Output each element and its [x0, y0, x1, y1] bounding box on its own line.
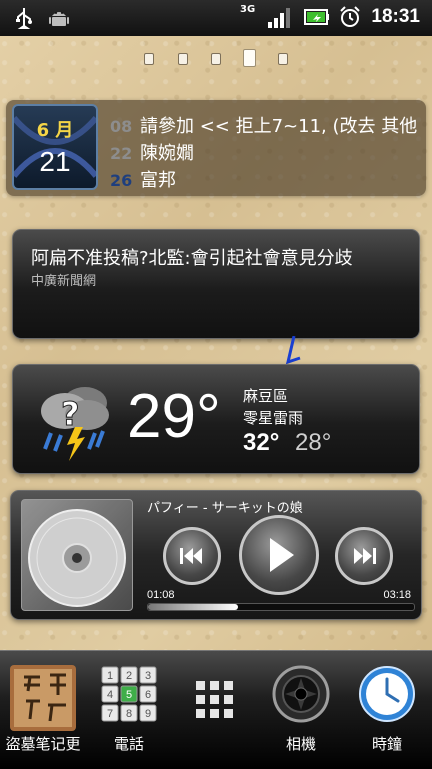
event-date: 08	[110, 117, 133, 136]
music-player-widget[interactable]: パフィー - サーキットの娘 01:08 03:18	[10, 490, 422, 620]
svg-text:2: 2	[126, 670, 132, 682]
svg-text:8: 8	[126, 708, 132, 720]
home-page-indicator[interactable]	[0, 48, 432, 68]
camera-icon	[272, 665, 330, 723]
calendar-event[interactable]: 26 富邦	[110, 166, 420, 193]
svg-text:4: 4	[107, 689, 113, 701]
thunderstorm-icon: ?	[41, 387, 109, 461]
dock-app-book[interactable]: 盜墓笔记更	[0, 651, 86, 769]
news-headline[interactable]: 阿扁不准投稿?北監:會引起社會意見分歧	[31, 244, 353, 270]
playback-progress-bar[interactable]	[147, 603, 415, 611]
playback-progress-fill	[148, 604, 239, 610]
svg-text:1: 1	[107, 670, 113, 682]
calendar-date-icon[interactable]: 6 月 21	[12, 104, 98, 190]
event-title: 請參加 << 拒上7~11, (改去 其他	[140, 116, 418, 137]
clock-icon	[359, 666, 415, 722]
page-dot[interactable]	[278, 53, 288, 65]
weather-location: 麻豆區	[243, 387, 289, 405]
calendar-widget[interactable]: 6 月 21 08 請參加 << 拒上7~11, (改去 其他 22 陳婉嫺 26 富…	[6, 100, 426, 196]
status-bar[interactable]: 3G 18:31	[0, 0, 432, 36]
signal-icon	[268, 8, 290, 28]
weather-widget[interactable]: ? 29° 麻豆區 零星雷雨 32° 28°	[12, 364, 420, 474]
play-button[interactable]	[239, 515, 319, 595]
book-app-icon	[10, 665, 76, 731]
calendar-day: 21	[39, 146, 71, 177]
play-icon	[270, 538, 294, 572]
dock-app-phone[interactable]: 1 2 3 4 5 6 7 8 9 電話	[86, 651, 172, 769]
weather-condition: 零星雷雨	[243, 409, 304, 427]
page-dot-active[interactable]	[243, 49, 256, 67]
dock-app-camera[interactable]: 相機	[258, 651, 344, 769]
dock-label: 盜墓笔记更	[5, 735, 81, 753]
dock-label: 相機	[285, 735, 316, 753]
usb-icon	[16, 8, 32, 29]
page-dot[interactable]	[211, 53, 221, 65]
calendar-event[interactable]: 22 陳婉嫺	[110, 139, 420, 166]
network-type-label: 3G	[240, 4, 256, 15]
dock-app-clock[interactable]: 時鐘	[344, 651, 430, 769]
calendar-month: 6 月	[36, 120, 74, 141]
elapsed-time: 01:08	[147, 589, 175, 601]
event-title: 富邦	[140, 170, 176, 191]
svg-text:6: 6	[145, 689, 151, 701]
event-title: 陳婉嫺	[140, 143, 194, 164]
album-art[interactable]	[21, 499, 133, 611]
news-widget[interactable]: 阿扁不准投稿?北監:會引起社會意見分歧 中廣新聞網	[12, 229, 420, 339]
calendar-event-list: 08 請參加 << 拒上7~11, (改去 其他 22 陳婉嫺 26 富邦	[110, 112, 420, 193]
current-temperature: 29°	[127, 382, 221, 451]
page-dot[interactable]	[144, 53, 154, 65]
event-date: 26	[110, 171, 133, 190]
app-drawer-icon	[196, 681, 233, 718]
alarm-icon	[340, 6, 360, 27]
svg-text:7: 7	[107, 708, 113, 720]
android-debug-icon	[49, 12, 69, 26]
wallpaper-scribble	[285, 336, 301, 365]
battery-icon	[304, 9, 329, 25]
dock-label: 電話	[113, 735, 144, 753]
svg-text:5: 5	[126, 689, 132, 701]
next-button[interactable]	[335, 527, 393, 585]
news-source: 中廣新聞網	[31, 274, 97, 289]
song-title: パフィー - サーキットの娘	[147, 501, 303, 516]
event-date: 22	[110, 144, 133, 163]
svg-text:3: 3	[145, 670, 151, 682]
calendar-event[interactable]: 08 請參加 << 拒上7~11, (改去 其他	[110, 112, 420, 139]
svg-text:9: 9	[145, 708, 151, 720]
temperature-low: 28°	[295, 429, 332, 456]
next-icon	[354, 548, 376, 564]
status-clock: 18:31	[371, 6, 420, 27]
previous-icon	[180, 548, 202, 564]
previous-button[interactable]	[163, 527, 221, 585]
dialpad-icon: 1 2 3 4 5 6 7 8 9	[101, 666, 157, 722]
temperature-high: 32°	[243, 429, 280, 456]
cd-icon	[22, 500, 132, 610]
page-dot[interactable]	[178, 53, 188, 65]
dock-label: 時鐘	[371, 735, 402, 753]
total-time: 03:18	[383, 589, 411, 601]
dock-app-drawer[interactable]	[172, 651, 258, 769]
app-dock: 盜墓笔记更 1 2 3 4 5 6 7 8 9 電話 相機 時鐘	[0, 650, 432, 769]
